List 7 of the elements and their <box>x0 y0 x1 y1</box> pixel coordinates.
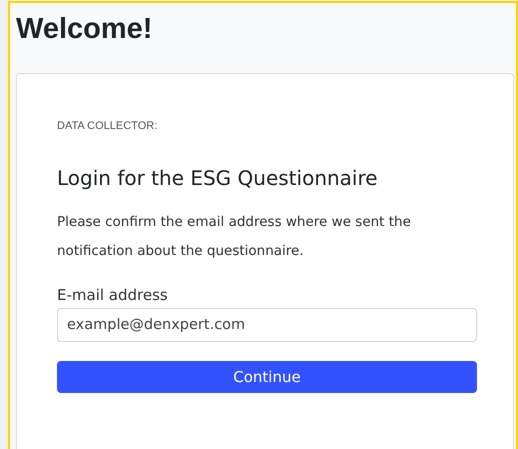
page-title: Welcome! <box>16 12 154 47</box>
eyebrow-label: DATA COLLECTOR: <box>57 120 158 132</box>
email-field[interactable]: example@denxpert.com <box>57 308 477 342</box>
continue-button[interactable]: Continue <box>57 361 477 393</box>
login-heading: Login for the ESG Questionnaire <box>57 166 379 190</box>
email-label: E-mail address <box>57 286 169 304</box>
description-text: Please confirm the email address where we sent the notification about the questionnaire. <box>57 213 412 261</box>
